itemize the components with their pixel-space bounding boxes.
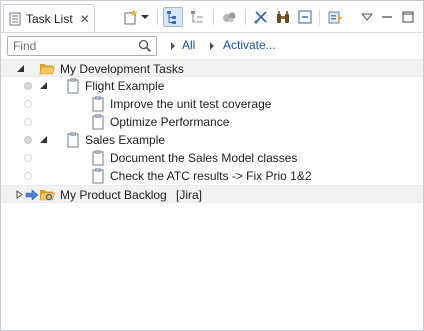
context-indicator[interactable] (24, 118, 32, 126)
search-icon[interactable] (138, 39, 152, 53)
task-label: Improve the unit test coverage (110, 97, 272, 111)
maximize-button[interactable] (398, 7, 418, 27)
toolbar-separator (157, 9, 158, 25)
folder-open-icon (39, 64, 55, 75)
minimize-button[interactable] (377, 7, 397, 27)
close-icon[interactable]: ✕ (80, 13, 90, 25)
maximize-icon (402, 11, 414, 23)
repositories-button[interactable] (325, 7, 345, 27)
collapse-all-icon (298, 10, 312, 24)
task-icon (67, 132, 79, 148)
filter-button[interactable] (273, 7, 293, 27)
view-menu-button[interactable] (357, 7, 377, 27)
new-task-icon (124, 9, 138, 25)
show-categorized-button[interactable] (187, 7, 207, 27)
task-label: Sales Example (85, 133, 166, 147)
new-task-dropdown[interactable] (139, 7, 151, 27)
focus-on-workweek-button[interactable] (163, 7, 183, 27)
tree-row-sales-example[interactable]: Sales Example (1, 131, 423, 149)
task-icon (92, 114, 104, 130)
task-label: Document the Sales Model classes (110, 151, 298, 165)
expanded-icon[interactable] (39, 135, 48, 144)
tree-row-flight-example[interactable]: Flight Example (1, 77, 423, 95)
context-indicator[interactable] (24, 82, 32, 90)
context-indicator[interactable] (24, 100, 32, 108)
collapse-all-button[interactable] (295, 7, 315, 27)
context-indicator[interactable] (24, 136, 32, 144)
activate-arrow-icon (210, 42, 214, 50)
task-icon (92, 96, 104, 112)
tree-view-icon (167, 11, 176, 24)
expanded-icon[interactable] (16, 64, 25, 73)
task-icon (92, 150, 104, 166)
tree-row-optimize-performance[interactable]: Optimize Performance (1, 113, 423, 131)
binoculars-icon (277, 11, 289, 23)
task-list-tab[interactable]: Task List ✕ (3, 4, 95, 32)
find-box (7, 36, 157, 56)
chevron-down-icon (141, 15, 149, 19)
filter-bar: All Activate... (1, 33, 423, 59)
task-list-tab-label: Task List (26, 11, 73, 26)
tree-row-dev-tasks[interactable]: My Development Tasks (1, 59, 423, 77)
toolbar-separator (245, 9, 246, 25)
task-repository-icon (328, 11, 342, 24)
activate-task-link[interactable]: Activate... (223, 38, 276, 52)
categorized-icon (191, 11, 203, 23)
task-label: Optimize Performance (110, 115, 230, 129)
tree-row-check-atc[interactable]: Check the ATC results -> Fix Prio 1&2 (1, 167, 423, 185)
working-set-all-link[interactable]: All (182, 38, 195, 52)
category-label: My Development Tasks (60, 62, 184, 76)
incoming-arrow-icon (25, 189, 39, 201)
task-list-view: Task List ✕ Find All Activate... My Deve… (0, 0, 424, 331)
collapsed-icon[interactable] (15, 190, 24, 199)
new-task-button[interactable] (121, 7, 141, 27)
query-folder-icon (39, 190, 55, 201)
toolbar-separator (213, 9, 214, 25)
expanded-icon[interactable] (39, 81, 48, 90)
query-label: My Product Backlog (60, 188, 167, 202)
toolbar-separator (319, 9, 320, 25)
tree-row-product-backlog[interactable]: My Product Backlog [Jira] (1, 185, 423, 203)
synchronize-button[interactable] (219, 7, 239, 27)
tree-row-document-sales[interactable]: Document the Sales Model classes (1, 149, 423, 167)
task-icon (67, 78, 79, 94)
context-indicator[interactable] (24, 154, 32, 162)
synchronize-icon (223, 12, 236, 23)
repository-tag: [Jira] (176, 188, 203, 202)
view-toolbar: Task List ✕ (1, 1, 423, 33)
tree-row-improve-tests[interactable]: Improve the unit test coverage (1, 95, 423, 113)
find-input[interactable] (8, 37, 138, 55)
minimize-icon (382, 16, 392, 18)
task-label: Flight Example (85, 79, 165, 93)
task-list-icon (9, 12, 21, 25)
context-indicator[interactable] (24, 172, 32, 180)
scissors-icon (254, 11, 267, 24)
chevron-down-icon (361, 13, 373, 21)
task-label: Check the ATC results -> Fix Prio 1&2 (110, 169, 312, 183)
collapse-completed-button[interactable] (251, 7, 271, 27)
working-set-arrow-icon (171, 42, 175, 50)
task-icon (92, 168, 104, 184)
